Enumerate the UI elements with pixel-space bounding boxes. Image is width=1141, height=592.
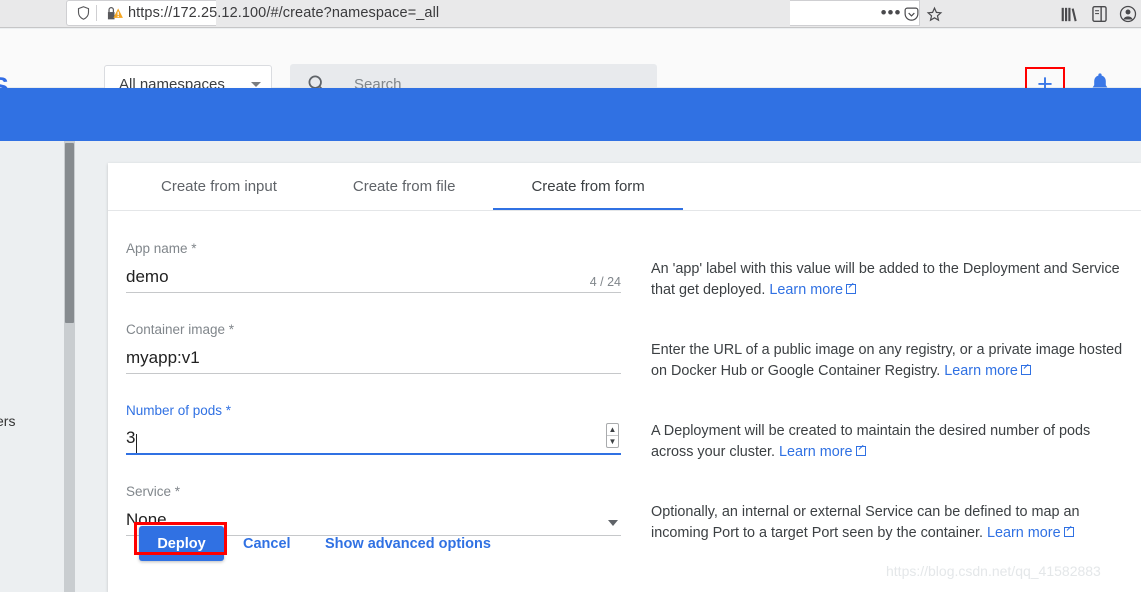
stepper-up-icon[interactable]: ▲ <box>607 424 618 436</box>
sidebar-scrollbar-thumb[interactable] <box>65 143 74 323</box>
url-bar-divider <box>96 5 97 21</box>
text-cursor <box>136 434 138 453</box>
sidebar-toggle-icon[interactable] <box>1088 3 1110 24</box>
number-of-pods-value[interactable]: 3 <box>126 427 135 453</box>
show-advanced-options-button[interactable]: Show advanced options <box>325 526 491 561</box>
external-link-icon <box>1020 364 1031 375</box>
field-app-name-label: App name * <box>126 241 197 256</box>
tab-bar: Create from input Create from file Creat… <box>108 163 1141 211</box>
help-number-of-pods-text: A Deployment will be created to maintain… <box>651 423 1091 460</box>
deploy-button[interactable]: Deploy <box>139 526 224 561</box>
page-body: ers Create from input Create from file C… <box>0 141 1141 592</box>
field-number-of-pods: Number of pods * 3 ▲ ▼ <box>126 403 621 455</box>
learn-more-link-number-of-pods[interactable]: Learn more <box>779 444 853 460</box>
external-link-icon <box>855 445 866 456</box>
app-name-char-counter: 4 / 24 <box>589 275 621 289</box>
field-container-image-label: Container image * <box>126 322 235 337</box>
help-app-name-text: An 'app' label with this value will be a… <box>651 261 1120 298</box>
field-app-name-input-wrap[interactable] <box>126 263 621 293</box>
field-container-image: Container image * <box>126 322 621 374</box>
bookmark-star-icon[interactable] <box>923 4 945 24</box>
help-app-name: An 'app' label with this value will be a… <box>651 259 1136 300</box>
container-image-input[interactable] <box>126 347 621 373</box>
number-of-pods-stepper[interactable]: ▲ ▼ <box>606 423 619 448</box>
help-container-image: Enter the URL of a public image on any r… <box>651 340 1136 381</box>
field-service-label: Service * <box>126 484 181 499</box>
shield-icon[interactable] <box>74 4 92 22</box>
library-icon[interactable] <box>1058 4 1082 24</box>
tab-create-from-file[interactable]: Create from file <box>315 163 494 210</box>
page-header-banner <box>0 88 1141 141</box>
pocket-icon[interactable] <box>900 4 922 24</box>
create-resource-card: Create from input Create from file Creat… <box>108 163 1141 592</box>
page-actions-icon[interactable]: ••• <box>880 3 902 22</box>
url-text: https://172.25.12.100/#/create?namespace… <box>128 5 440 21</box>
cancel-button[interactable]: Cancel <box>243 526 291 561</box>
help-service: Optionally, an internal or external Serv… <box>651 502 1136 543</box>
external-link-icon <box>846 283 857 294</box>
stepper-down-icon[interactable]: ▼ <box>607 436 618 447</box>
sidebar-item-truncated[interactable]: ers <box>0 413 15 429</box>
chevron-down-icon[interactable] <box>608 520 618 526</box>
tab-create-from-input[interactable]: Create from input <box>123 163 315 210</box>
app-name-input[interactable] <box>126 266 621 292</box>
learn-more-link-container-image[interactable]: Learn more <box>944 363 1018 379</box>
sidebar-scrollbar-track[interactable] <box>64 141 75 592</box>
learn-more-link-service[interactable]: Learn more <box>987 525 1061 541</box>
tab-create-from-form[interactable]: Create from form <box>493 163 684 210</box>
chevron-down-icon <box>251 81 261 87</box>
create-from-form-panel: App name * 4 / 24 Container image * Numb… <box>108 211 1141 592</box>
app-top-bar: S All namespaces + <box>0 29 1141 104</box>
field-number-of-pods-input-wrap[interactable]: 3 ▲ ▼ <box>126 423 621 455</box>
insecure-lock-warning-icon[interactable] <box>104 4 124 22</box>
field-number-of-pods-label: Number of pods * <box>126 403 232 418</box>
help-number-of-pods: A Deployment will be created to maintain… <box>651 421 1136 462</box>
help-container-image-text: Enter the URL of a public image on any r… <box>651 342 1123 379</box>
learn-more-link-app-name[interactable]: Learn more <box>769 282 843 298</box>
browser-chrome: https://172.25.12.100/#/create?namespace… <box>0 0 1141 28</box>
account-avatar-icon[interactable] <box>1117 3 1139 24</box>
field-app-name: App name * 4 / 24 <box>126 241 621 293</box>
external-link-icon <box>1063 526 1074 537</box>
side-nav: ers <box>0 141 64 592</box>
field-container-image-input-wrap[interactable] <box>126 344 621 374</box>
